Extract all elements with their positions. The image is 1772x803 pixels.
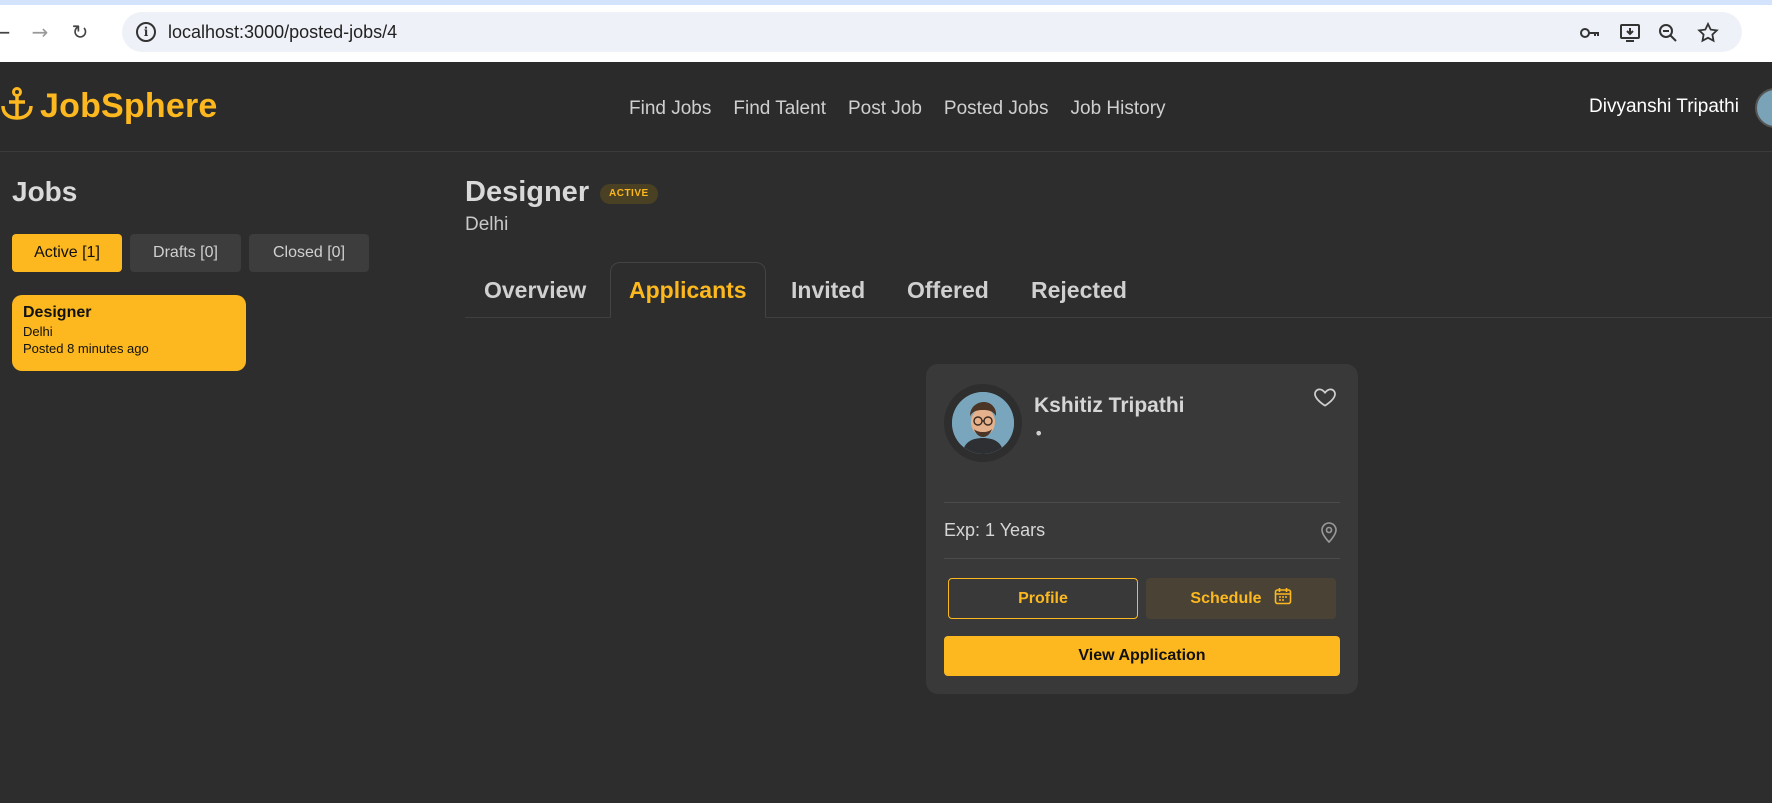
zoom-icon[interactable] bbox=[1656, 21, 1680, 45]
anchor-icon bbox=[0, 86, 34, 126]
job-item-title: Designer bbox=[23, 304, 92, 321]
app-header: JobSphere Find Jobs Find Talent Post Job… bbox=[0, 62, 1772, 152]
nav-post-job[interactable]: Post Job bbox=[848, 98, 922, 120]
job-item-location: Delhi bbox=[23, 324, 53, 339]
applicant-name[interactable]: Kshitiz Tripathi bbox=[1034, 394, 1185, 418]
schedule-label: Schedule bbox=[1190, 589, 1262, 607]
view-application-button[interactable]: View Application bbox=[944, 636, 1340, 676]
status-badge: ACTIVE bbox=[600, 184, 658, 204]
filter-closed[interactable]: Closed [0] bbox=[249, 234, 369, 272]
browser-toolbar: ← → ↻ i localhost:3000/posted-jobs/4 bbox=[0, 0, 1772, 62]
applicant-subtitle: • bbox=[1034, 424, 1044, 443]
avatar bbox=[952, 392, 1014, 454]
bookmark-star-icon[interactable] bbox=[1696, 21, 1720, 45]
card-divider bbox=[944, 502, 1340, 503]
schedule-button[interactable]: Schedule bbox=[1146, 578, 1336, 619]
tab-offered[interactable]: Offered bbox=[907, 262, 989, 318]
card-divider bbox=[944, 558, 1340, 559]
site-info-icon[interactable]: i bbox=[136, 22, 156, 42]
browser-tab-strip bbox=[0, 0, 1772, 5]
job-location: Delhi bbox=[465, 214, 509, 235]
filter-active[interactable]: Active [1] bbox=[12, 234, 122, 272]
calendar-icon bbox=[1274, 587, 1292, 610]
tab-applicants[interactable]: Applicants bbox=[610, 262, 766, 318]
nav-find-jobs[interactable]: Find Jobs bbox=[629, 98, 711, 120]
applicant-card: Kshitiz Tripathi • Exp: 1 Years Profile … bbox=[926, 364, 1358, 694]
logo[interactable]: JobSphere bbox=[0, 86, 218, 126]
tab-overview[interactable]: Overview bbox=[484, 262, 586, 318]
tab-invited[interactable]: Invited bbox=[791, 262, 865, 318]
forward-icon[interactable]: → bbox=[26, 18, 54, 46]
sidebar-title: Jobs bbox=[12, 176, 78, 207]
job-item-posted-time: Posted 8 minutes ago bbox=[23, 341, 149, 356]
main-nav: Find Jobs Find Talent Post Job Posted Jo… bbox=[629, 98, 1166, 120]
reload-icon[interactable]: ↻ bbox=[66, 18, 94, 46]
applicant-experience: Exp: 1 Years bbox=[944, 520, 1046, 540]
back-icon[interactable]: ← bbox=[0, 18, 16, 46]
page-title: Designer bbox=[465, 176, 590, 208]
location-pin-icon bbox=[1318, 520, 1340, 544]
nav-find-talent[interactable]: Find Talent bbox=[733, 98, 826, 120]
user-name[interactable]: Divyanshi Tripathi bbox=[1589, 96, 1739, 118]
logo-text: JobSphere bbox=[40, 86, 218, 125]
profile-button[interactable]: Profile bbox=[948, 578, 1138, 619]
job-list-item[interactable]: Designer Delhi Posted 8 minutes ago bbox=[12, 295, 246, 371]
heart-icon[interactable] bbox=[1312, 384, 1338, 410]
install-app-icon[interactable] bbox=[1618, 21, 1642, 45]
avatar[interactable] bbox=[1755, 88, 1772, 128]
address-bar[interactable]: i localhost:3000/posted-jobs/4 bbox=[122, 12, 1742, 52]
nav-job-history[interactable]: Job History bbox=[1071, 98, 1166, 120]
url-text[interactable]: localhost:3000/posted-jobs/4 bbox=[168, 22, 397, 43]
filter-drafts[interactable]: Drafts [0] bbox=[130, 234, 241, 272]
tab-rejected[interactable]: Rejected bbox=[1031, 262, 1127, 318]
nav-posted-jobs[interactable]: Posted Jobs bbox=[944, 98, 1049, 120]
password-key-icon[interactable] bbox=[1578, 21, 1602, 45]
